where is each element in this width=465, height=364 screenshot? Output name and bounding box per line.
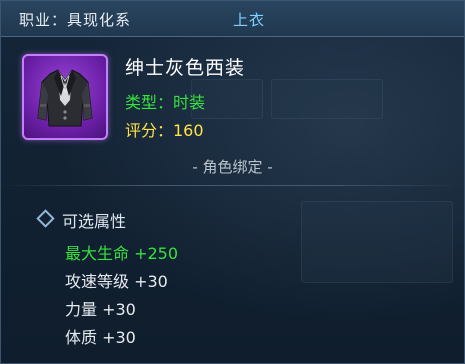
item-icon-frame: [22, 54, 108, 140]
equip-slot-label: 上衣: [233, 11, 266, 29]
diamond-bullet-icon: [36, 209, 55, 228]
attribute-strength: 力量 +30: [65, 300, 136, 319]
bind-status: - 角色绑定 -: [192, 158, 273, 176]
item-type: 类型：时装: [125, 93, 206, 112]
attribute-list: 最大生命 +250 攻速等级 +30 力量 +30 体质 +30: [65, 240, 178, 352]
item-score: 评分：160: [125, 121, 204, 140]
item-name: 绅士灰色西装: [125, 57, 246, 79]
background-panel: [271, 79, 383, 119]
optional-attributes-label: 可选属性: [62, 212, 127, 231]
item-tooltip: 职业：具现化系 上衣 绅士灰色西装 类型：时装 评分：160 - 角色绑定 - …: [0, 0, 465, 364]
attribute-max-hp: 最大生命 +250: [65, 244, 179, 263]
optional-attributes-title: 可选属性: [36, 208, 127, 232]
tooltip-header: 职业：具现化系 上衣: [1, 1, 464, 37]
class-requirement-label: 职业：具现化系: [19, 11, 132, 29]
section-divider: [1, 185, 464, 186]
background-panel: [301, 201, 453, 283]
attribute-attack-speed: 攻速等级 +30: [65, 272, 168, 291]
attribute-constitution: 体质 +30: [65, 328, 136, 347]
black-suit-jacket-icon: [37, 69, 93, 127]
